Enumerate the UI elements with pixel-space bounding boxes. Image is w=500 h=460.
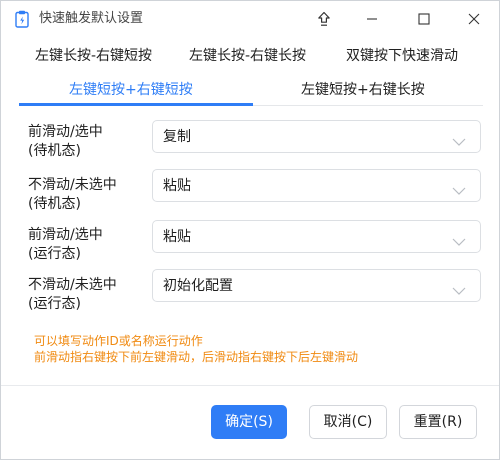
- chevron-down-icon: [452, 232, 466, 246]
- clipboard-icon: [15, 10, 29, 28]
- setting-label: 前滑动/选中 (待机态): [28, 123, 103, 161]
- title-bar[interactable]: 快速触发默认设置: [1, 1, 499, 37]
- setting-label-line1: 前滑动/选中: [28, 124, 103, 140]
- setting-label-line1: 不滑动/未选中: [28, 277, 117, 293]
- select-value: 粘贴: [163, 178, 191, 194]
- action-select[interactable]: 初始化配置: [152, 269, 481, 302]
- maximize-button[interactable]: [401, 1, 447, 37]
- setting-label-line2: (待机态): [28, 196, 81, 212]
- setting-label-line2: (待机态): [28, 143, 81, 159]
- setting-label: 不滑动/未选中 (待机态): [28, 176, 117, 214]
- close-icon: [468, 13, 480, 25]
- select-value: 复制: [163, 129, 191, 145]
- hint-text: 可以填写动作ID或名称运行动作: [34, 334, 203, 348]
- cancel-button[interactable]: 取消(C): [309, 405, 387, 439]
- setting-label-line1: 前滑动/选中: [28, 227, 103, 243]
- select-value: 初始化配置: [163, 278, 233, 294]
- setting-label-line1: 不滑动/未选中: [28, 177, 117, 193]
- active-tab-indicator: [19, 103, 253, 106]
- reset-button[interactable]: 重置(R): [399, 405, 477, 439]
- close-button[interactable]: [451, 1, 497, 37]
- action-select[interactable]: 复制: [152, 120, 481, 153]
- window-title: 快速触发默认设置: [39, 11, 144, 26]
- chevron-down-icon: [452, 132, 466, 146]
- hint-text: 前滑动指右键按下前左键滑动，后滑动指右键按下后左键滑动: [34, 350, 359, 364]
- action-select[interactable]: 粘贴: [152, 169, 481, 202]
- tab-left-short-right-short[interactable]: 左键短按+右键短按: [69, 80, 193, 100]
- setting-label: 前滑动/选中 (运行态): [28, 226, 103, 264]
- minimize-icon: [366, 13, 378, 25]
- settings-dialog: 快速触发默认设置 左键长按-右键短按 左键长按-右键长按 双键按下快速滑动 左键…: [0, 0, 500, 460]
- pin-icon: [317, 11, 331, 27]
- select-value: 粘贴: [163, 229, 191, 245]
- action-select[interactable]: 粘贴: [152, 220, 481, 253]
- chevron-down-icon: [452, 181, 466, 195]
- setting-label: 不滑动/未选中 (运行态): [28, 276, 117, 314]
- tab-left-long-right-long[interactable]: 左键长按-右键长按: [189, 46, 306, 66]
- tab-dual-press-swipe[interactable]: 双键按下快速滑动: [346, 46, 458, 66]
- ok-button[interactable]: 确定(S): [211, 405, 287, 439]
- setting-label-line2: (运行态): [28, 296, 81, 312]
- minimize-button[interactable]: [349, 1, 395, 37]
- maximize-icon: [418, 13, 430, 25]
- tab-left-short-right-long[interactable]: 左键短按+右键长按: [301, 80, 425, 100]
- setting-label-line2: (运行态): [28, 246, 81, 262]
- footer-divider: [1, 385, 499, 386]
- tab-left-long-right-short[interactable]: 左键长按-右键短按: [35, 46, 152, 66]
- pin-button[interactable]: [301, 1, 347, 37]
- chevron-down-icon: [452, 281, 466, 295]
